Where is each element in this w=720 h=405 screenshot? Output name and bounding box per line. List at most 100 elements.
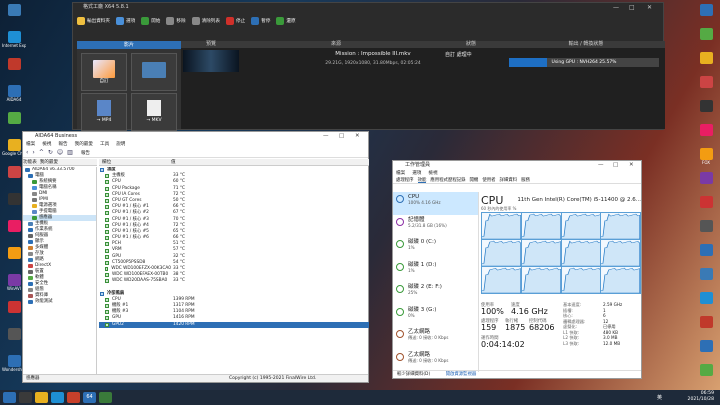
aida64-taskbar-icon[interactable]: 64 <box>83 392 96 403</box>
perf-item[interactable]: 磁碟 3 (G:) 0% <box>393 305 478 328</box>
desktop-shortcut[interactable] <box>694 268 718 290</box>
node-icon <box>32 180 37 184</box>
report-button[interactable]: 報告 <box>81 150 90 156</box>
col-preview[interactable]: 預覽 <box>181 41 241 48</box>
desktop-shortcut[interactable]: FOX <box>694 148 718 170</box>
aida-menu-item[interactable]: 報告 <box>58 141 67 148</box>
task-row[interactable]: Mission : Impossible III.mkv 29.21G, 192… <box>183 50 661 72</box>
util-value: 100% <box>481 307 504 316</box>
up-icon[interactable]: ^ <box>39 149 44 156</box>
tm-tab[interactable]: 效能 <box>417 177 427 183</box>
desktop-shortcut[interactable]: Internet Explorer <box>2 31 26 53</box>
close-button[interactable]: ✕ <box>647 3 652 12</box>
desktop-shortcut[interactable] <box>694 244 718 266</box>
aida-menu-item[interactable]: 說明 <box>116 141 125 148</box>
fewer-details-button[interactable]: 較少詳細資料(D) <box>397 372 430 377</box>
toolbar-button[interactable]: 還原 <box>276 17 296 25</box>
desktop-shortcut[interactable] <box>694 52 718 74</box>
perf-item[interactable]: 磁碟 2 (E: F:) 25% <box>393 282 478 305</box>
desktop-shortcut[interactable] <box>694 172 718 194</box>
minimize-button[interactable]: — <box>323 132 329 141</box>
toolbar-button[interactable]: 清除列表 <box>191 17 220 25</box>
desktop-shortcut[interactable] <box>694 196 718 218</box>
format-thumb-custom[interactable]: 自訂 <box>81 53 127 91</box>
minimize-button[interactable]: — <box>598 161 604 170</box>
col-output[interactable]: 輸出 / 轉換狀態 <box>511 41 661 48</box>
input-language[interactable]: 英 <box>657 394 662 401</box>
refresh-icon[interactable]: ↻ <box>48 149 53 156</box>
toolbar-button[interactable]: 選項 <box>115 17 135 25</box>
tm-menu-item[interactable]: 檢視 <box>428 170 437 177</box>
tab-menu[interactable]: 功能表 <box>23 160 37 165</box>
toolbar-button[interactable]: 暫停 <box>251 17 270 25</box>
tm-tab[interactable]: 使用者 <box>482 177 495 183</box>
tm-tab[interactable]: 詳細資料 <box>500 177 518 183</box>
aida-menu-item[interactable]: 我的最愛 <box>75 141 93 148</box>
aida-menu-item[interactable]: 檔案 <box>26 141 35 148</box>
desktop-shortcut[interactable] <box>694 124 718 146</box>
close-button[interactable]: ✕ <box>629 161 634 170</box>
desktop-shortcut[interactable] <box>2 4 26 26</box>
perf-graph-icon <box>396 285 404 293</box>
toolbar-button[interactable]: 移除 <box>166 17 186 25</box>
temp-row[interactable]: WDC WD20DAAS-75SBA0 33 °C <box>99 278 369 284</box>
close-button[interactable]: ✕ <box>355 132 360 141</box>
tree-item[interactable]: 效能測試 <box>23 299 96 305</box>
tab-favorites[interactable]: 我的最愛 <box>40 160 58 165</box>
format-thumb-video[interactable] <box>131 53 177 91</box>
edge-icon[interactable] <box>51 392 64 403</box>
desktop-shortcut[interactable] <box>694 340 718 362</box>
system-clock[interactable]: 06:59 2021/10/28 <box>688 391 714 403</box>
perf-item[interactable]: 磁碟 1 (D:) 1% <box>393 260 478 283</box>
tm-tab[interactable]: 處理程序 <box>396 177 414 183</box>
aida-menu-item[interactable]: 檢視 <box>42 141 51 148</box>
formatfactory-icon[interactable] <box>67 392 80 403</box>
perf-item[interactable]: 記憶體 5.2/31.8 GB (16%) <box>393 215 478 238</box>
toolbar-button[interactable]: 開始 <box>141 17 160 25</box>
col-source[interactable]: 來源 <box>241 41 431 48</box>
perf-item[interactable]: 磁碟 0 (C:) 1% <box>393 237 478 260</box>
format-thumb-mp4[interactable]: → MP4 <box>81 93 127 131</box>
desktop-shortcut[interactable] <box>694 76 718 98</box>
start-icon[interactable] <box>3 392 16 403</box>
aida-menu-item[interactable]: 工具 <box>100 141 109 148</box>
perf-item[interactable]: 乙太網路 傳送: 0 接收: 0 Kbps <box>393 327 478 350</box>
perf-item[interactable]: 乙太網路 傳送: 0 接收: 0 Kbps <box>393 350 478 373</box>
desktop-shortcut[interactable] <box>694 28 718 50</box>
forward-icon[interactable]: › <box>32 149 34 156</box>
minimize-button[interactable]: — <box>613 3 619 12</box>
toolbar-button[interactable]: 停止 <box>225 17 246 25</box>
toolbar-button[interactable]: 輸出資料夾 <box>77 17 110 25</box>
desktop-shortcut[interactable] <box>694 292 718 314</box>
explorer-icon[interactable] <box>35 392 48 403</box>
sensor-icon <box>105 248 109 253</box>
toolbar-label: 停止 <box>235 19 246 24</box>
search-icon[interactable] <box>19 392 32 403</box>
desktop-shortcut[interactable] <box>694 100 718 122</box>
desktop-shortcut[interactable] <box>694 220 718 242</box>
tm-tab[interactable]: 開機 <box>470 177 479 183</box>
tm-menu-item[interactable]: 選項 <box>412 170 421 177</box>
col-value[interactable]: 值 <box>171 160 176 165</box>
chart-icon[interactable]: ▥ <box>67 149 73 156</box>
col-field[interactable]: 欄位 <box>99 159 171 166</box>
format-thumb-mkv[interactable]: → MKV <box>131 93 177 131</box>
maximize-button[interactable]: □ <box>613 161 618 170</box>
col-status[interactable]: 狀態 <box>431 41 511 48</box>
perf-item[interactable]: CPU 100% 4.16 GHz <box>393 192 478 215</box>
desktop-shortcut[interactable] <box>694 364 718 386</box>
tm-tab[interactable]: 服務 <box>521 177 530 183</box>
tm-tab[interactable]: 應用程式歷程記錄 <box>430 177 465 183</box>
desktop-shortcut[interactable] <box>2 58 26 80</box>
maximize-button[interactable]: □ <box>629 3 635 12</box>
user-icon[interactable]: ☺ <box>57 149 63 156</box>
taskmgr-icon[interactable] <box>99 392 112 403</box>
back-icon[interactable]: ‹ <box>26 149 28 156</box>
desktop-shortcut[interactable] <box>694 4 718 26</box>
fan-row[interactable]: GPU2 1420 RPM <box>99 321 369 328</box>
tm-menu-item[interactable]: 檔案 <box>396 170 405 177</box>
desktop-shortcut[interactable] <box>694 316 718 338</box>
desktop-shortcut[interactable]: AIDA64 <box>2 85 26 107</box>
resource-monitor-link[interactable]: 開啟資源監視器 <box>446 372 477 377</box>
maximize-button[interactable]: □ <box>339 132 344 141</box>
